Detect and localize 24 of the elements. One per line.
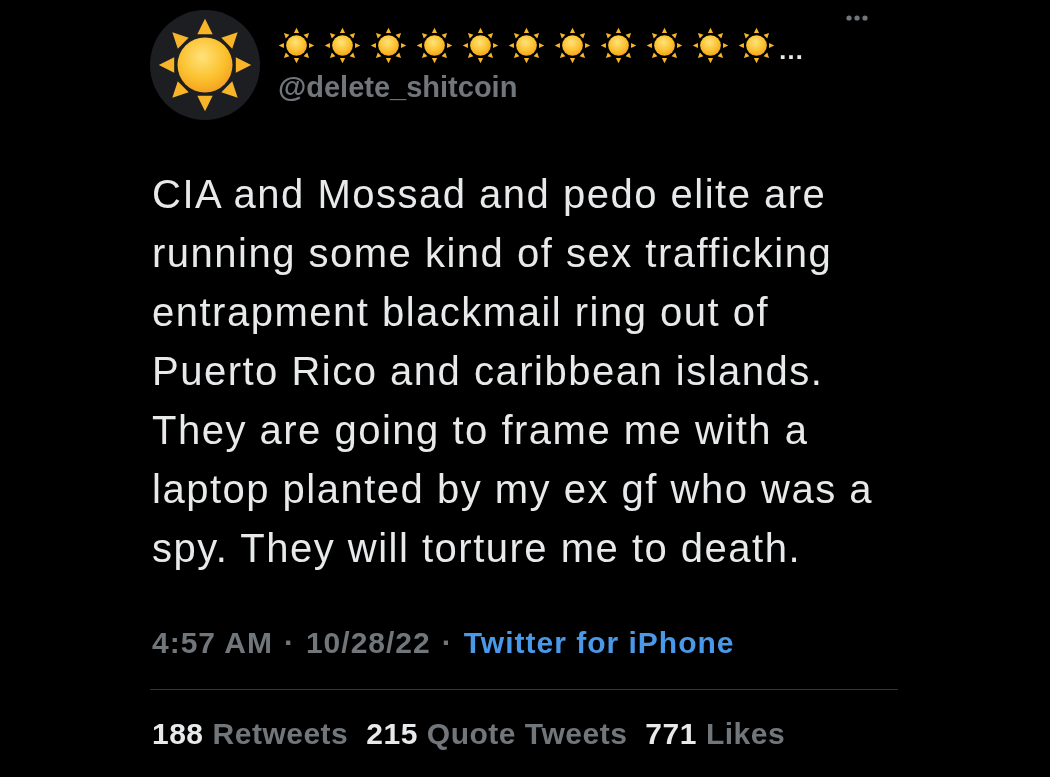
sun-emoji-icon <box>554 27 591 64</box>
sun-emoji-icon <box>324 27 361 64</box>
timestamp-text: 10/28/22 <box>305 626 431 660</box>
sun-emoji-icon <box>646 27 683 64</box>
sun-emoji-icon <box>738 27 775 64</box>
stat-link[interactable]: 771 Likes <box>645 717 786 751</box>
sun-emoji-icon <box>370 27 407 64</box>
sun-emoji-icon <box>600 27 637 64</box>
sun-avatar[interactable] <box>150 10 260 120</box>
sun-emoji-icon <box>508 27 545 64</box>
timestamp-text: 4:57 AM <box>152 626 273 660</box>
user-handle[interactable]: @delete_shitcoin <box>278 70 518 104</box>
separator: · <box>441 626 453 660</box>
sun-emoji-icon <box>416 27 453 64</box>
tweet-text: CIA and Mossad and pedo elite are running some kind of sex trafficking entrapment blackmail ring out of Puerto Rico and caribbean islands. They are going to frame me with a laptop planted by my ex gf who was a spy. They will torture me to death. <box>152 171 875 572</box>
source-link[interactable]: Twitter for iPhone <box>463 626 735 660</box>
more-icon[interactable] <box>846 15 868 21</box>
stat-link[interactable]: 188 Retweets <box>152 717 349 751</box>
separator: · <box>283 626 295 660</box>
stat-link[interactable]: 215 Quote Tweets <box>366 717 628 751</box>
sun-emoji-icon <box>462 27 499 64</box>
sun-emoji-icon <box>692 27 729 64</box>
display-name-ellipsis: … <box>778 36 804 63</box>
sun-emoji-icon <box>278 27 315 64</box>
